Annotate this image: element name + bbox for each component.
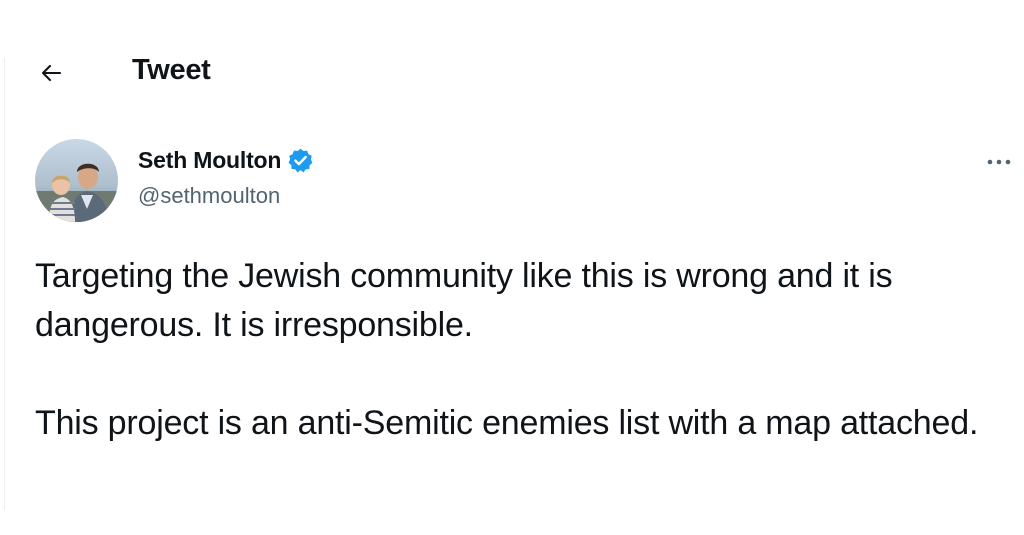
back-button[interactable]	[34, 56, 68, 90]
arrow-left-icon	[41, 64, 62, 82]
tweet-paragraph: Targeting the Jewish community like this…	[35, 257, 893, 344]
verified-badge-icon	[287, 147, 314, 174]
author-name[interactable]: Seth Moulton	[138, 147, 281, 174]
author-name-row: Seth Moulton	[138, 147, 314, 174]
page-header: Tweet	[0, 48, 1024, 98]
profile-photo	[35, 139, 118, 222]
more-options-button[interactable]	[982, 150, 1018, 174]
author-handle[interactable]: @sethmoulton	[138, 183, 280, 209]
avatar[interactable]	[35, 139, 118, 222]
tweet-text: Targeting the Jewish community like this…	[35, 252, 1010, 448]
page-title: Tweet	[132, 54, 211, 86]
more-horizontal-icon	[987, 159, 1011, 165]
tweet-paragraph: This project is an anti-Semitic enemies …	[35, 404, 979, 442]
column-divider	[4, 58, 5, 510]
tweet-detail-view: Tweet Seth Moulton @sethmoulton Targetin…	[0, 0, 1024, 535]
